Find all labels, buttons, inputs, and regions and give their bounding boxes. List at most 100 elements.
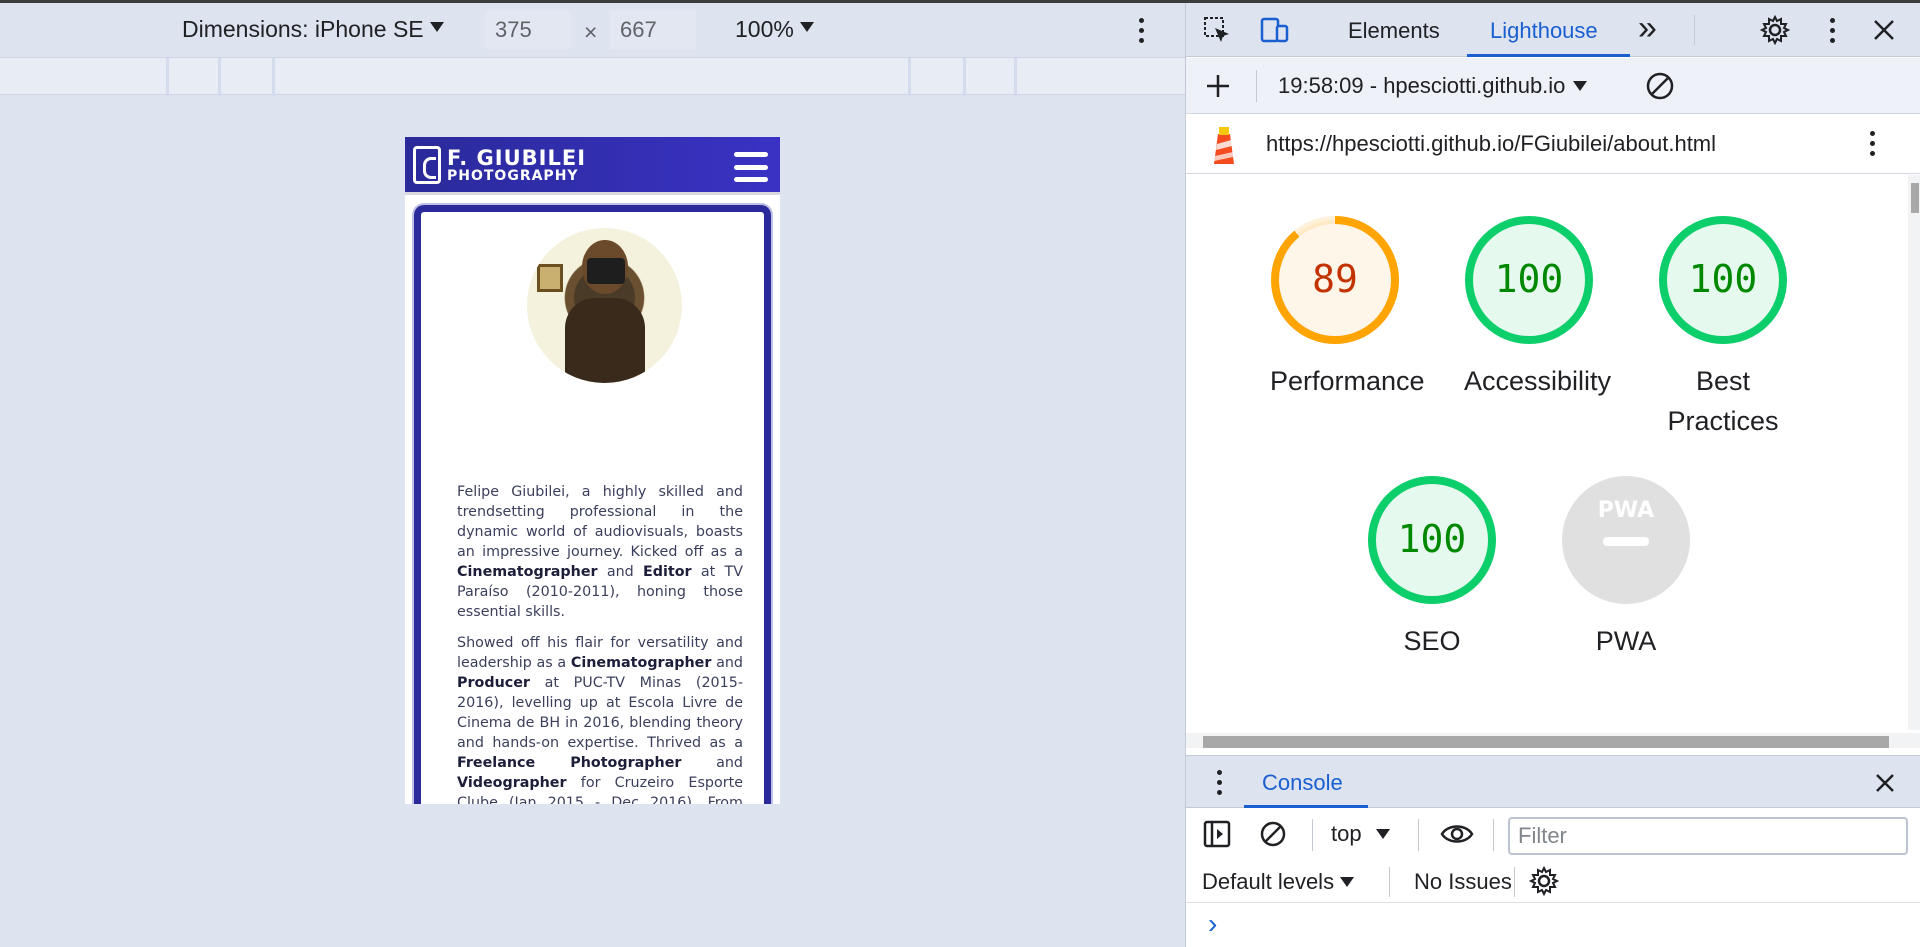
photo-camera xyxy=(587,258,625,284)
report-time-label: 19:58:09 - hpesciotti.github.io xyxy=(1278,73,1566,98)
separator xyxy=(1418,819,1419,851)
console-prompt-icon[interactable]: › xyxy=(1208,908,1217,940)
separator xyxy=(1312,819,1313,851)
about-card: Felipe Giubilei, a highly skilled and tr… xyxy=(414,205,771,804)
dimensions-dropdown[interactable]: Dimensions: iPhone SE xyxy=(182,16,444,43)
wall-frame xyxy=(537,264,563,292)
prompt-chevron: › xyxy=(1208,908,1218,939)
gauge-performance[interactable]: 89 Performance xyxy=(1270,215,1425,401)
window-top-border xyxy=(0,0,1920,3)
profile-photo xyxy=(527,228,682,383)
gauge-best-practices[interactable]: 100 Best Practices xyxy=(1658,215,1788,441)
more-tabs-icon[interactable]: » xyxy=(1638,9,1657,48)
photo-figure-body xyxy=(565,298,645,383)
site-header: F. GIUBILEI PHOTOGRAPHY xyxy=(405,137,780,195)
vertical-scrollbar[interactable] xyxy=(1908,175,1920,730)
bio-paragraph-1: Felipe Giubilei, a highly skilled and tr… xyxy=(457,484,743,620)
width-value: 375 xyxy=(495,17,532,42)
live-expression-eye-icon[interactable] xyxy=(1440,821,1474,847)
separator xyxy=(1514,867,1515,897)
report-menu-icon[interactable] xyxy=(1869,131,1875,156)
filter-placeholder: Filter xyxy=(1518,823,1567,848)
more-options-icon[interactable] xyxy=(1138,18,1144,43)
gauge-pwa[interactable]: PWA PWA xyxy=(1561,475,1691,661)
svg-text:100: 100 xyxy=(1689,257,1758,301)
active-tab-indicator xyxy=(1244,805,1368,808)
logo-line-2: PHOTOGRAPHY xyxy=(447,167,579,184)
gauge-label: SEO xyxy=(1403,626,1461,656)
gauge-label: Best Practices xyxy=(1658,361,1788,441)
svg-text:100: 100 xyxy=(1495,257,1564,301)
tab-elements[interactable]: Elements xyxy=(1348,18,1440,44)
console-settings-gear-icon[interactable] xyxy=(1529,866,1559,896)
log-levels-dropdown[interactable]: Default levels xyxy=(1202,869,1355,895)
gauge-accessibility[interactable]: 100 Accessibility xyxy=(1464,215,1611,401)
levels-label: Default levels xyxy=(1202,869,1335,894)
emulated-phone-viewport[interactable]: F. GIUBILEI PHOTOGRAPHY Felipe Giubilei,… xyxy=(405,137,780,804)
times-symbol: × xyxy=(584,19,597,46)
horizontal-scrollbar[interactable] xyxy=(1186,733,1920,748)
clear-console-icon[interactable] xyxy=(1258,819,1288,849)
issues-counter[interactable]: No Issues xyxy=(1414,869,1512,895)
drawer-menu-icon[interactable] xyxy=(1216,770,1222,795)
ruler-divider xyxy=(272,58,275,96)
inspect-element-icon[interactable] xyxy=(1202,15,1232,45)
bio-paragraph-2: Showed off his flair for versatility and… xyxy=(457,635,743,804)
settings-gear-icon[interactable] xyxy=(1760,15,1790,45)
ruler-divider xyxy=(1014,58,1017,96)
new-report-icon[interactable] xyxy=(1204,72,1232,100)
report-url-bar: https://hpesciotti.github.io/FGiubilei/a… xyxy=(1186,114,1920,174)
scrollbar-thumb[interactable] xyxy=(1203,736,1889,748)
logo-text: F. GIUBILEI PHOTOGRAPHY xyxy=(447,145,587,184)
zoom-label: 100% xyxy=(735,16,794,42)
gauge-ring: 89 xyxy=(1271,216,1399,344)
media-query-ruler[interactable] xyxy=(0,57,1185,96)
tab-console[interactable]: Console xyxy=(1262,770,1343,796)
active-tab-indicator xyxy=(1467,54,1630,57)
times-label: × xyxy=(584,19,598,45)
device-toolbar: Dimensions: iPhone SE 375 × 667 100% xyxy=(0,3,1185,57)
gauge-seo[interactable]: 100 SEO xyxy=(1367,475,1497,661)
gauge-ring: 100 xyxy=(1659,216,1787,344)
devtools-panel: Elements Lighthouse » 19:58:09 - hpescio… xyxy=(1185,3,1920,947)
report-selector[interactable]: 19:58:09 - hpesciotti.github.io xyxy=(1278,73,1588,99)
gauge-label-line-1: Best xyxy=(1695,366,1751,396)
chevron-down-icon xyxy=(1340,877,1355,887)
context-label: top xyxy=(1331,821,1362,846)
svg-text:89: 89 xyxy=(1312,257,1358,301)
console-drawer: Console top Filter Default levels No Iss… xyxy=(1186,755,1920,947)
site-logo[interactable]: F. GIUBILEI PHOTOGRAPHY xyxy=(413,146,586,184)
context-selector[interactable]: top xyxy=(1331,821,1390,847)
close-drawer-icon[interactable] xyxy=(1872,770,1898,796)
width-input[interactable]: 375 xyxy=(485,11,571,49)
tab-lighthouse[interactable]: Lighthouse xyxy=(1490,18,1598,44)
customize-devtools-icon[interactable] xyxy=(1829,18,1835,43)
hamburger-menu-icon[interactable] xyxy=(734,152,768,182)
issues-label: No Issues xyxy=(1414,869,1512,894)
console-filter-input[interactable]: Filter xyxy=(1508,817,1908,855)
lighthouse-scores: 89 Performance 100 Accessibility 100 Bes… xyxy=(1186,175,1906,703)
chevron-down-icon xyxy=(799,21,814,32)
dimensions-label: Dimensions: iPhone SE xyxy=(182,16,424,42)
device-toggle-icon[interactable] xyxy=(1259,15,1289,45)
camera-logo-icon xyxy=(413,146,441,184)
lighthouse-logo-icon xyxy=(1214,127,1234,164)
height-input[interactable]: 667 xyxy=(610,11,696,49)
close-icon[interactable] xyxy=(1869,15,1899,45)
drawer-tab-bar: Console xyxy=(1186,756,1920,808)
report-url[interactable]: https://hpesciotti.github.io/FGiubilei/a… xyxy=(1266,131,1716,157)
logo-line-1: F. GIUBILEI xyxy=(447,145,587,170)
ruler-divider xyxy=(908,58,911,96)
sidebar-toggle-icon[interactable] xyxy=(1202,819,1232,849)
separator xyxy=(1493,819,1494,851)
lighthouse-report-bar: 19:58:09 - hpesciotti.github.io xyxy=(1186,58,1920,114)
scrollbar-thumb[interactable] xyxy=(1911,183,1919,213)
gauge-label: Performance xyxy=(1270,366,1425,396)
svg-text:PWA: PWA xyxy=(1598,498,1654,523)
console-levels-bar: Default levels No Issues xyxy=(1186,859,1920,903)
height-value: 667 xyxy=(620,17,657,42)
zoom-dropdown[interactable]: 100% xyxy=(735,16,814,43)
ruler-divider xyxy=(963,58,966,96)
clear-reports-icon[interactable] xyxy=(1644,70,1676,102)
gauge-ring: 100 xyxy=(1368,476,1496,604)
